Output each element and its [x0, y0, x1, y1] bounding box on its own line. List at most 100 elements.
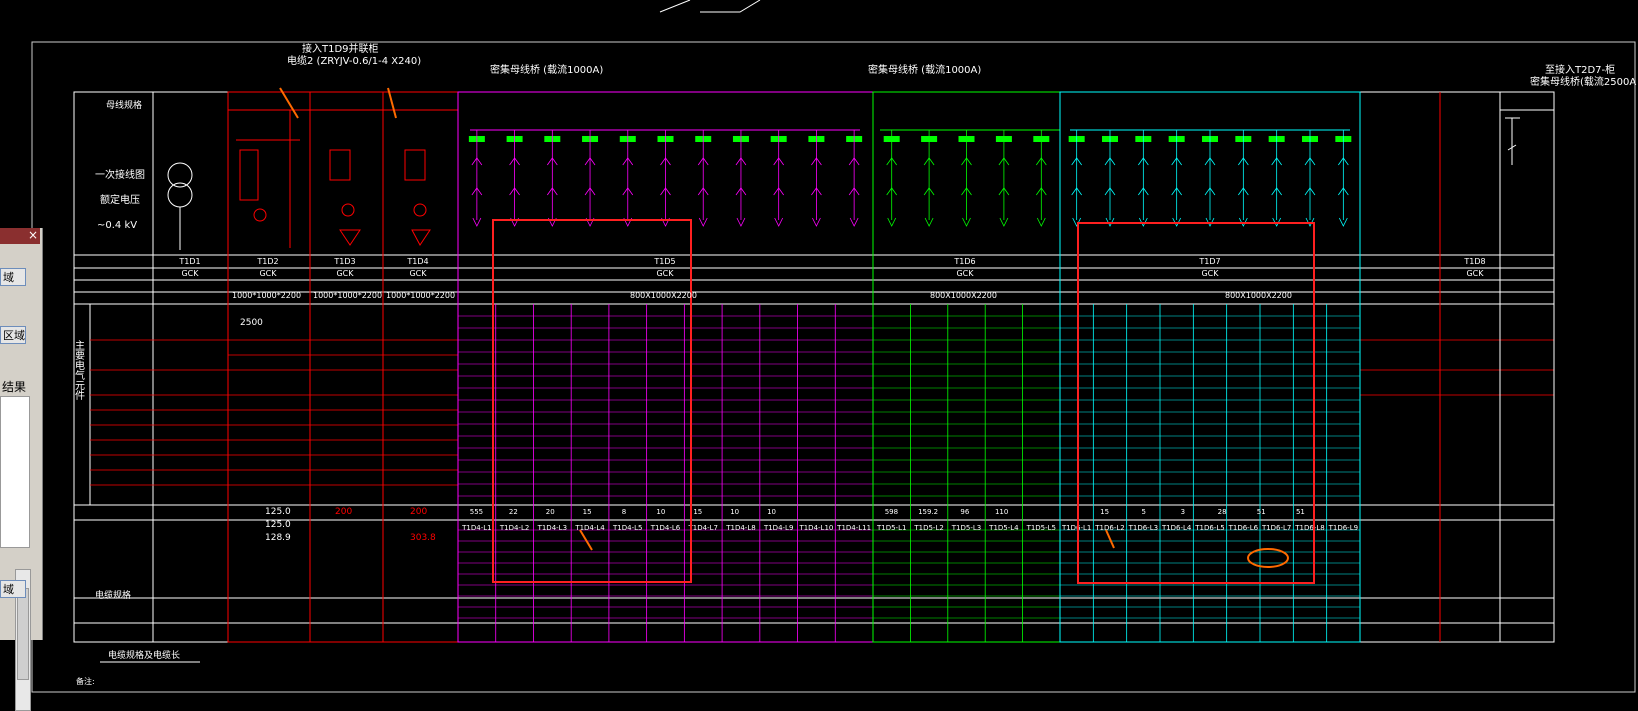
top-note-1: 接入T1D9并联柜 — [302, 42, 379, 55]
footer-label: 电缆规格及电缆长 — [108, 649, 180, 661]
circuit-label: T1D6-L8 — [1294, 524, 1324, 532]
load-value: 10 — [656, 508, 665, 516]
load-value: 15 — [1100, 508, 1109, 516]
circuit-label: T1D5-L2 — [913, 524, 943, 532]
circuit-label: T1D4-L8 — [725, 524, 755, 532]
col-value-red-2: 200 — [410, 507, 427, 517]
bottom-label: 电缆规格 — [95, 589, 131, 601]
scrollbar-thumb[interactable] — [17, 588, 29, 680]
cabinet-id: T1D3 — [333, 257, 355, 266]
load-value: 20 — [546, 508, 555, 516]
dim-row-1: 1000*1000*2200 — [232, 291, 301, 300]
transformer-icon — [167, 162, 193, 250]
close-button[interactable]: × — [0, 228, 40, 244]
cabinet-id: T1D5 — [653, 257, 675, 266]
cabinet-id: T1D6 — [953, 257, 975, 266]
load-value: 3 — [1181, 508, 1185, 516]
cabinet-id: T1D2 — [256, 257, 278, 266]
load-value: 10 — [767, 508, 776, 516]
circuit-label: T1D5-L1 — [876, 524, 906, 532]
cap-label: 2500 — [240, 318, 263, 328]
panel-button-3[interactable]: 域 — [0, 580, 26, 598]
cabinet-id: T1D4 — [406, 257, 428, 266]
annotation-marks — [279, 87, 1289, 568]
load-value: 555 — [470, 508, 483, 516]
left-block-value-3: 128.9 — [265, 533, 291, 543]
properties-panel[interactable]: × 域 区域 结果 域 — [0, 228, 43, 711]
panel-button-2[interactable]: 区域 — [0, 326, 26, 344]
circuit-label: T1D4-L10 — [798, 524, 833, 532]
circuit-label: T1D4-L2 — [499, 524, 529, 532]
dim-row-2: 1000*1000*2200 — [313, 291, 382, 300]
right-note-2: 密集母线桥(载流2500A — [1530, 75, 1636, 88]
section-total-magenta: 800X1000X2200 — [630, 291, 697, 300]
circuit-label: T1D6-L5 — [1194, 524, 1224, 532]
section-total-cyan: 800X1000X2200 — [1225, 291, 1292, 300]
load-value: 10 — [730, 508, 739, 516]
row-header-kv: ~0.4 kV — [97, 220, 137, 231]
left-block-value-1: 125.0 — [265, 507, 291, 517]
circuit-label: T1D6-L2 — [1094, 524, 1124, 532]
right-note-1: 至接入T2D7-柜 — [1545, 63, 1615, 76]
load-value: 110 — [995, 508, 1008, 516]
row-header-diagram: 一次接线图 — [95, 168, 145, 181]
busbar-mid-note: 密集母线桥 (载流1000A) — [868, 63, 981, 76]
load-value: 96 — [960, 508, 969, 516]
circuit-label: T1D4-L1 — [461, 524, 491, 532]
circuit-label: T1D6-L1 — [1061, 524, 1091, 532]
circuit-label: T1D4-L5 — [612, 524, 642, 532]
circuit-label: T1D6-L6 — [1228, 524, 1259, 532]
result-label: 结果 — [2, 380, 27, 394]
circuit-label: T1D4-L6 — [650, 524, 681, 532]
circuit-label: T1D4-L7 — [688, 524, 718, 532]
top-note-2: 电缆2 (ZRYJV-0.6/1-4 X240) — [287, 54, 421, 67]
col-value-red-1: 200 — [335, 507, 352, 517]
cabinet-type: GCK — [409, 269, 427, 278]
note-label: 备注: — [76, 676, 95, 686]
load-value: 5 — [1142, 508, 1146, 516]
load-value: 28 — [1218, 508, 1227, 516]
magenta-columns — [458, 130, 874, 642]
circuit-label: T1D5-L4 — [988, 524, 1019, 532]
cad-drawing-canvas[interactable]: 接入T1D9并联柜 电缆2 (ZRYJV-0.6/1-4 X240) 密集母线桥… — [0, 0, 1638, 695]
cabinet-type: GCK — [336, 269, 354, 278]
load-value: 8 — [622, 508, 626, 516]
load-value: 598 — [885, 508, 898, 516]
circuit-label: T1D4-L4 — [574, 524, 605, 532]
cabinet-type: GCK — [656, 269, 674, 278]
row-header-busbar: 母线规格 — [106, 99, 142, 111]
cabinet-type: GCK — [259, 269, 277, 278]
busbar-left-note: 密集母线桥 (载流1000A) — [490, 63, 603, 76]
dim-row-3: 1000*1000*2200 — [386, 291, 455, 300]
result-list[interactable] — [0, 396, 31, 711]
circuit-label: T1D4-L11 — [836, 524, 871, 532]
table-grid-white — [73, 91, 1555, 643]
cabinet-type: GCK — [1201, 269, 1219, 278]
cabinet-id: T1D1 — [178, 257, 200, 266]
circuit-label: T1D5-L3 — [951, 524, 981, 532]
load-value: 159.2 — [918, 508, 938, 516]
circuit-label: T1D6-L9 — [1328, 524, 1358, 532]
left-param-label: 主要电气元件 — [73, 340, 85, 401]
circuit-label: T1D6-L7 — [1261, 524, 1291, 532]
left-block-value-2: 125.0 — [265, 520, 291, 530]
circuit-label: T1D6-L3 — [1128, 524, 1158, 532]
red-section — [227, 91, 1441, 643]
row-header-voltage: 额定电压 — [100, 193, 140, 206]
load-value: 51 — [1257, 508, 1266, 516]
circuit-label: T1D4-L9 — [763, 524, 793, 532]
cabinet-type: GCK — [956, 269, 974, 278]
panel-button-1[interactable]: 域 — [0, 268, 26, 286]
circuit-label: T1D5-L5 — [1026, 524, 1056, 532]
circuit-label: T1D6-L4 — [1161, 524, 1192, 532]
green-columns — [873, 130, 1061, 642]
load-value: 22 — [509, 508, 518, 516]
col-value-red-3: 303.8 — [410, 533, 436, 543]
load-value: 15 — [583, 508, 592, 516]
top-shape — [659, 0, 761, 13]
load-value: 15 — [693, 508, 702, 516]
section-total-green: 800X1000X2200 — [930, 291, 997, 300]
load-value: 51 — [1296, 508, 1305, 516]
cabinet-id: T1D7 — [1198, 257, 1220, 266]
right-section — [1499, 91, 1555, 643]
